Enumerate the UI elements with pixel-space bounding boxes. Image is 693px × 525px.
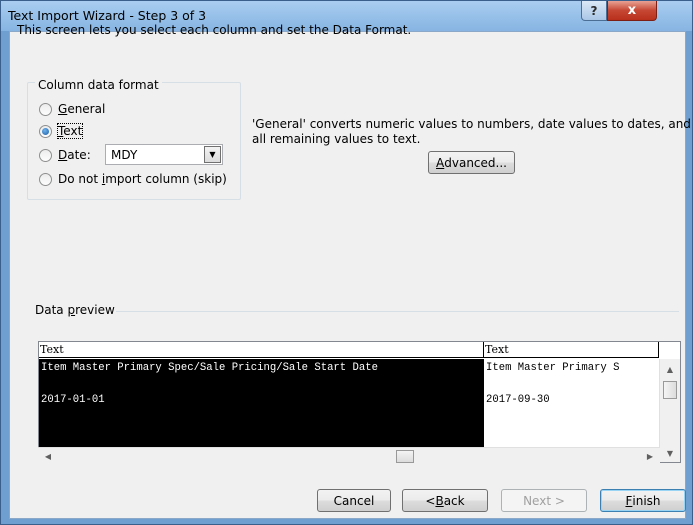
radio-date-circle[interactable] (39, 148, 52, 162)
radio-text-circle[interactable] (39, 124, 52, 138)
column-header-1[interactable]: Text (39, 342, 484, 358)
column-header-row: Text Text (39, 342, 659, 358)
chevron-down-icon[interactable]: ▼ (204, 146, 221, 163)
radio-text-label: Text (56, 123, 84, 139)
radio-selected-dot (42, 127, 49, 135)
data-preview-divider (116, 311, 679, 312)
preview-horizontal-scrollbar[interactable]: ◀ ▶ (38, 447, 660, 464)
data-preview-label: Data preview (35, 303, 115, 317)
help-button[interactable]: ? (581, 1, 607, 21)
preview-cell: 2017-01-01 (41, 394, 105, 406)
radio-skip[interactable]: Do not import column (skip) (39, 170, 227, 188)
radio-general[interactable]: General (39, 100, 105, 118)
scroll-right-icon[interactable]: ▶ (642, 448, 658, 464)
radio-skip-label: Do not import column (skip) (58, 172, 227, 186)
data-preview-grid[interactable]: Text Text Item Master Primary Spec/Sale … (38, 341, 681, 463)
finish-button[interactable]: Finish (600, 489, 686, 512)
window-title: Text Import Wizard - Step 3 of 3 (8, 8, 207, 23)
column-header-2[interactable]: Text (484, 342, 659, 358)
preview-cell: Item Master Primary S (486, 362, 620, 374)
preview-vertical-scrollbar[interactable]: ▲ ▼ (659, 359, 680, 462)
format-description: 'General' converts numeric values to num… (252, 117, 691, 146)
advanced-button[interactable]: Advanced... (428, 151, 515, 174)
close-icon: x (627, 3, 637, 18)
radio-general-label: General (58, 102, 106, 116)
date-format-value: MDY (111, 148, 138, 162)
intro-text: This screen lets you select each column … (17, 23, 412, 37)
back-button[interactable]: < Back (402, 489, 488, 512)
column-data-format-legend: Column data format (35, 78, 162, 92)
next-button[interactable]: Next > (501, 489, 587, 512)
radio-date-label: Date: (58, 148, 91, 162)
date-format-select[interactable]: MDY ▼ (105, 144, 223, 165)
radio-skip-circle[interactable] (39, 172, 52, 186)
scroll-left-icon[interactable]: ◀ (40, 448, 56, 464)
help-icon: ? (590, 4, 598, 18)
radio-general-circle[interactable] (39, 102, 52, 116)
cancel-button[interactable]: Cancel (317, 489, 391, 512)
radio-date[interactable]: Date: (39, 146, 91, 164)
scroll-up-icon[interactable]: ▲ (660, 361, 680, 377)
preview-cell: 2017-09-30 (486, 394, 550, 406)
scroll-down-icon[interactable]: ▼ (660, 445, 680, 461)
horizontal-scroll-thumb[interactable] (396, 450, 414, 463)
radio-text[interactable]: Text (39, 122, 84, 140)
text-import-wizard-window: Text Import Wizard - Step 3 of 3 ? x Thi… (0, 0, 693, 525)
preview-cell: Item Master Primary Spec/Sale Pricing/Sa… (41, 362, 378, 374)
vertical-scroll-thumb[interactable] (663, 381, 677, 399)
close-button[interactable]: x (607, 1, 657, 21)
